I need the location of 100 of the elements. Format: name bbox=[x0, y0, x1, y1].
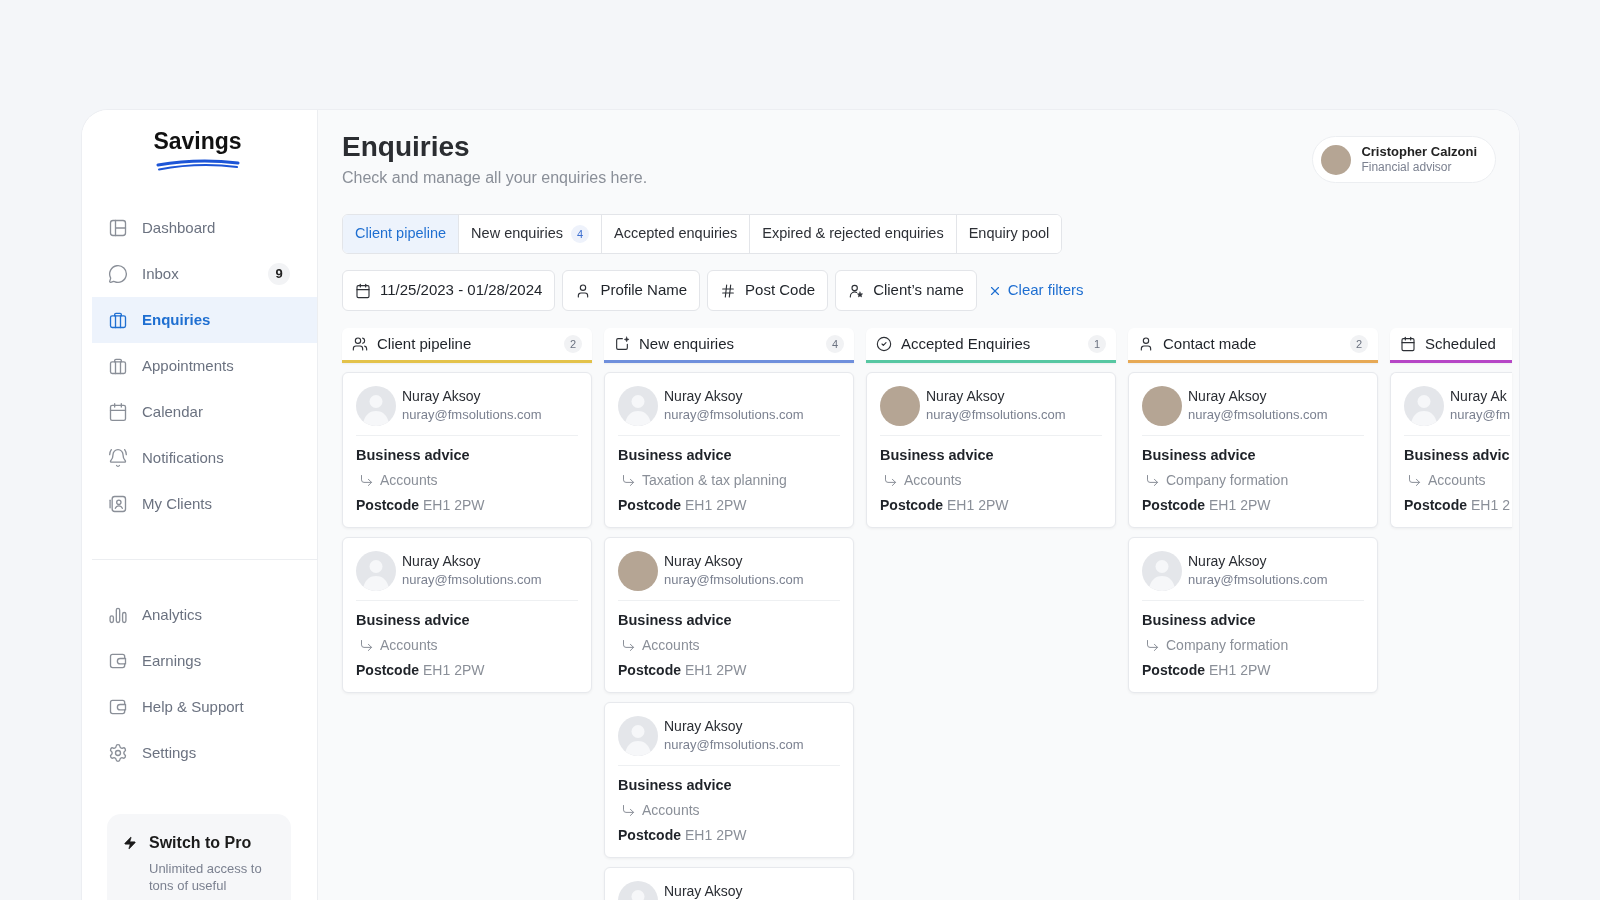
postcode-label: Postcode bbox=[1142, 661, 1205, 680]
page-title: Enquiries bbox=[342, 130, 471, 164]
chat-bubble-icon bbox=[108, 264, 128, 284]
enquiry-category: Business advic bbox=[1404, 446, 1510, 465]
postcode-label: Postcode bbox=[1404, 496, 1467, 515]
page-subtitle: Check and manage all your enquiries here. bbox=[342, 168, 648, 188]
user-star-icon bbox=[848, 282, 865, 299]
user-avatar-icon bbox=[356, 551, 396, 591]
postcode-label: Postcode bbox=[356, 496, 419, 515]
enquiry-category: Business advice bbox=[618, 776, 732, 795]
filter-button[interactable]: Post Code bbox=[707, 270, 829, 311]
filter-button[interactable]: Client’s name bbox=[835, 270, 977, 311]
user-icon bbox=[1138, 336, 1154, 352]
corner-arrow-icon bbox=[883, 472, 898, 488]
enquiry-card[interactable]: Nuray Aksoy nuray@fmsolutions.com Business advice Company formation Postcode EH1 2PW bbox=[1128, 372, 1378, 528]
nav-item[interactable]: Enquiries bbox=[92, 297, 317, 343]
corner-arrow-icon bbox=[1407, 472, 1422, 488]
nav-item[interactable]: Inbox 9 bbox=[92, 251, 317, 297]
nav-item[interactable]: Appointments bbox=[92, 343, 317, 389]
briefcase-icon bbox=[108, 310, 128, 330]
count-badge: 4 bbox=[826, 335, 844, 353]
bell-icon bbox=[108, 448, 128, 468]
contact-card-icon bbox=[108, 494, 128, 514]
postcode-label: Postcode bbox=[880, 496, 943, 515]
client-email: nuray@fmsolutions.com bbox=[664, 571, 804, 589]
count-badge: 1 bbox=[1088, 335, 1106, 353]
promo-card[interactable]: Switch to Pro Unlimited access to tons of useful bbox=[107, 814, 291, 900]
profile-card[interactable]: Cristopher Calzoni Financial advisor bbox=[1312, 136, 1496, 183]
enquiry-card[interactable]: Nuray Aksoy nuray@fmsolutions.com Business advice Accounts Postcode EH1 2PW bbox=[604, 702, 854, 858]
postcode-value: EH1 2PW bbox=[685, 496, 747, 515]
postcode-value: EH1 2PW bbox=[1209, 661, 1271, 680]
user-avatar-icon bbox=[356, 386, 396, 426]
lightning-icon bbox=[123, 834, 137, 852]
postcode-value: EH1 2PW bbox=[685, 661, 747, 680]
nav-item[interactable]: My Clients bbox=[92, 481, 317, 527]
enquiry-subcategory: Accounts bbox=[642, 801, 700, 820]
count-badge: 2 bbox=[1350, 335, 1368, 353]
hash-icon bbox=[720, 282, 737, 299]
bar-chart-icon bbox=[108, 605, 128, 625]
enquiry-category: Business advice bbox=[356, 446, 470, 465]
corner-arrow-icon bbox=[359, 472, 374, 488]
postcode-value: EH1 2PW bbox=[423, 661, 485, 680]
logo: Savings bbox=[153, 127, 242, 155]
client-name: Nuray Aksoy bbox=[664, 387, 744, 406]
tab[interactable]: Enquiry pool bbox=[955, 215, 1062, 253]
enquiry-subcategory: Accounts bbox=[642, 636, 700, 655]
enquiry-card[interactable]: Nuray Aksoy nuray@fmsolutions.com Business advice Accounts Postcode EH1 2PW bbox=[604, 537, 854, 693]
check-circle-icon bbox=[876, 336, 892, 352]
calendar-icon bbox=[1400, 336, 1416, 352]
nav-item[interactable]: Analytics bbox=[92, 592, 317, 638]
postcode-value: EH1 2PW bbox=[423, 496, 485, 515]
column-title: Contact made bbox=[1163, 334, 1257, 354]
enquiry-card[interactable]: Nuray Aksoy nuray@fmsolutions.com Business advice Accounts Postcode EH1 2PW bbox=[342, 537, 592, 693]
postcode-label: Postcode bbox=[618, 826, 681, 845]
wallet-icon bbox=[108, 697, 128, 717]
enquiry-category: Business advice bbox=[618, 446, 732, 465]
avatar-photo bbox=[1321, 144, 1352, 175]
promo-title: Switch to Pro bbox=[149, 833, 253, 853]
corner-arrow-icon bbox=[359, 637, 374, 653]
enquiry-card[interactable]: Nuray Aksoy nuray@fmsolutions.com Business advice Accounts Postcode EH1 2PW bbox=[342, 372, 592, 528]
client-name: Nuray Aksoy bbox=[1188, 387, 1268, 406]
corner-arrow-icon bbox=[621, 637, 636, 653]
filter-button[interactable]: 11/25/2023 - 01/28/2024 bbox=[342, 270, 556, 311]
enquiry-card[interactable]: Nuray Aksoy nuray@fmsolutions.com Business advice Company formation Postcode EH1 2PW bbox=[1128, 537, 1378, 693]
postcode-label: Postcode bbox=[618, 661, 681, 680]
enquiry-card[interactable]: Nuray Aksoy nuray@fmsolutions.com Business advice Accounts Postcode EH1 2PW bbox=[866, 372, 1116, 528]
client-name: Nuray Aksoy bbox=[664, 882, 743, 900]
user-avatar-icon bbox=[1142, 551, 1182, 591]
client-email: nuray@fmsolutions.com bbox=[1188, 406, 1328, 424]
enquiry-category: Business advice bbox=[1142, 611, 1256, 630]
enquiry-category: Business advice bbox=[1142, 446, 1256, 465]
enquiry-card[interactable]: Nuray Ak nuray@fm Business advic Accounts Postcode EH1 2 bbox=[1390, 372, 1513, 528]
nav-item[interactable]: Dashboard bbox=[92, 205, 317, 251]
settings-icon bbox=[108, 743, 128, 763]
nav-item[interactable]: Notifications bbox=[92, 435, 317, 481]
nav-item[interactable]: Help & Support bbox=[92, 684, 317, 730]
corner-arrow-icon bbox=[1145, 637, 1160, 653]
user-avatar-icon bbox=[618, 716, 658, 756]
square-sparkle-icon bbox=[614, 336, 630, 352]
nav-item[interactable]: Settings bbox=[92, 730, 317, 776]
client-name: Nuray Aksoy bbox=[926, 387, 1006, 406]
postcode-label: Postcode bbox=[618, 496, 681, 515]
nav-item[interactable]: Calendar bbox=[92, 389, 317, 435]
calendar-icon bbox=[108, 402, 128, 422]
enquiry-card[interactable]: Nuray Aksoy bbox=[604, 867, 854, 900]
calendar-icon bbox=[355, 282, 371, 299]
tab[interactable]: Client pipeline bbox=[343, 215, 459, 253]
column-title: New enquiries bbox=[639, 334, 735, 354]
filter-button[interactable]: Profile Name bbox=[562, 270, 701, 311]
client-email: nuray@fmsolutions.com bbox=[926, 406, 1066, 424]
postcode-value: EH1 2PW bbox=[1209, 496, 1271, 515]
clear-filters-link[interactable]: Clear filters bbox=[987, 279, 1084, 302]
client-email: nuray@fmsolutions.com bbox=[1188, 571, 1328, 589]
avatar-photo bbox=[618, 551, 658, 591]
client-name: Nuray Aksoy bbox=[664, 717, 744, 736]
enquiry-card[interactable]: Nuray Aksoy nuray@fmsolutions.com Business advice Taxation & tax planning Postcode EH1 2PW bbox=[604, 372, 854, 528]
user-name: Cristopher Calzoni bbox=[1361, 144, 1477, 160]
nav-item[interactable]: Earnings bbox=[92, 638, 317, 684]
client-email: nuray@fmsolutions.com bbox=[402, 571, 542, 589]
count-badge: 9 bbox=[268, 263, 290, 285]
